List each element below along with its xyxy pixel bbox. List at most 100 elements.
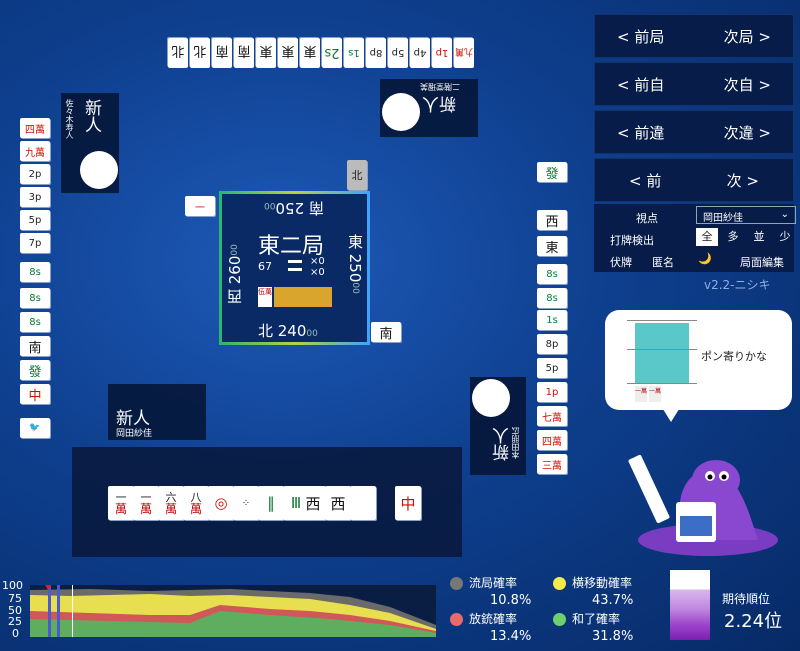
tile: 西 xyxy=(537,210,567,230)
prev-round-button[interactable]: < 前局 xyxy=(617,26,664,47)
player-name: 岡田紗佳 xyxy=(116,429,153,439)
version-label: v2.2-ニシキ xyxy=(704,278,771,292)
options-panel: 視点 岡田紗佳 ⌄ 打牌検出 全 多 並 少 伏牌 匿名 🌙 局面編集 xyxy=(594,204,796,272)
timer-icon xyxy=(472,379,510,417)
hand-tile[interactable] xyxy=(350,486,376,520)
self-nav: < 前自 次自 > xyxy=(594,62,794,106)
viewpoint-select[interactable]: 岡田紗佳 ⌄ xyxy=(696,206,796,224)
tile: 4p xyxy=(410,38,430,68)
next-round-button[interactable]: 次局 > xyxy=(724,26,771,47)
hand-tile[interactable]: 六萬 xyxy=(158,486,184,520)
y-tick: 100 xyxy=(2,579,23,592)
next-button[interactable]: 次 > xyxy=(727,170,759,191)
tile: 5p xyxy=(388,38,408,68)
bubble-text: ポン寄りかな xyxy=(701,350,767,363)
timer-icon xyxy=(382,93,420,131)
player-right: 新人 本田朋広 xyxy=(470,377,526,475)
player-rank: 新人 xyxy=(422,93,456,113)
prev-diff-button[interactable]: < 前違 xyxy=(617,122,664,143)
tile: 北 xyxy=(190,38,210,68)
hand-tile[interactable]: 一萬 xyxy=(133,486,159,520)
graph-area xyxy=(30,585,436,637)
detect-option-few[interactable]: 少 xyxy=(774,228,796,246)
detect-label: 打牌検出 xyxy=(610,234,654,247)
riichi-stick-icon xyxy=(288,268,302,271)
tile: 8p xyxy=(537,334,567,354)
tile: 發 xyxy=(20,360,50,380)
tile: 七萬 xyxy=(537,406,567,426)
hoju-label: 放銃確率 xyxy=(450,610,517,627)
tile: 7p xyxy=(20,233,50,253)
tile: 1p xyxy=(432,38,452,68)
hand-tile[interactable]: 八萬 xyxy=(183,486,209,520)
step-nav: < 前 次 > xyxy=(594,158,794,202)
detect-option-normal[interactable]: 並 xyxy=(748,228,770,246)
tile: 中 xyxy=(20,384,50,404)
next-self-button[interactable]: 次自 > xyxy=(724,74,771,95)
tile: 🐦 xyxy=(20,418,50,438)
hand-tile[interactable]: ⁘ xyxy=(233,486,259,520)
moon-icon[interactable]: 🌙 xyxy=(698,252,712,265)
round-nav: < 前局 次局 > xyxy=(594,14,794,58)
chevron-down-icon: ⌄ xyxy=(780,209,789,220)
player-left: 新人 佐々木寿人 xyxy=(61,93,119,193)
bubble-bar xyxy=(635,323,689,383)
hidden-toggle[interactable]: 伏牌 xyxy=(610,254,632,270)
detect-option-many[interactable]: 多 xyxy=(722,228,744,246)
tile: 1s xyxy=(537,310,567,330)
hand-tile[interactable]: 西 xyxy=(300,486,326,520)
remaining-count: 67 xyxy=(258,260,272,273)
east-score: 東 25000 xyxy=(346,234,364,294)
tile: 東 xyxy=(278,38,298,68)
hoju-value: 13.4% xyxy=(490,629,532,644)
player-top: 新人 二階堂瑠美 xyxy=(380,79,478,137)
ryukyoku-label: 流局確率 xyxy=(450,574,517,591)
west-score: 西 26000 xyxy=(226,244,244,304)
tile: 發 xyxy=(537,162,567,182)
north-score: 北 24000 xyxy=(258,322,318,340)
rank-value: 2.24位 xyxy=(724,611,783,632)
tile: 2p xyxy=(20,164,50,184)
timer-icon xyxy=(80,151,118,189)
tile: 8s xyxy=(20,312,50,332)
hand-tile[interactable]: 中 xyxy=(395,486,421,520)
prev-self-button[interactable]: < 前自 xyxy=(617,74,664,95)
tile: 北 xyxy=(347,160,367,190)
bubble-tile: 一萬 xyxy=(635,386,647,402)
tile: 南 xyxy=(20,336,50,356)
tile: 東 xyxy=(537,236,567,256)
y-tick: 0 xyxy=(12,627,19,640)
edit-position-button[interactable]: 局面編集 xyxy=(740,254,784,270)
tile: 5p xyxy=(20,210,50,230)
hand-tile[interactable]: 一萬 xyxy=(108,486,134,520)
agari-label: 和了確率 xyxy=(553,610,620,627)
dora-indicator: 伍萬 xyxy=(258,287,272,307)
tile: 東 xyxy=(256,38,276,68)
yokoido-value: 43.7% xyxy=(592,593,634,608)
next-diff-button[interactable]: 次違 > xyxy=(724,122,771,143)
anonymous-toggle[interactable]: 匿名 xyxy=(652,254,674,270)
hand-tile[interactable]: ‖ xyxy=(258,486,284,520)
tile: 8s xyxy=(537,264,567,284)
hand-tile[interactable]: ◎ xyxy=(208,486,234,520)
tile: 8s xyxy=(537,288,567,308)
bubble-chart xyxy=(627,320,697,384)
detect-option-all[interactable]: 全 xyxy=(696,228,718,246)
tile: 四萬 xyxy=(20,118,50,138)
tile: 四萬 xyxy=(537,430,567,450)
yokoido-label: 横移動確率 xyxy=(553,574,632,591)
tile: 1s xyxy=(344,38,364,68)
rank-bar xyxy=(670,570,710,640)
tile: 8s xyxy=(20,262,50,282)
tile: 2s xyxy=(322,38,342,68)
hand-tile[interactable]: 西 xyxy=(325,486,351,520)
tile: 1p xyxy=(537,382,567,402)
tile: 南 xyxy=(234,38,254,68)
snake-mascot-icon xyxy=(628,454,778,556)
player-rank: 新人 xyxy=(81,99,101,133)
south-score: 南 25000 xyxy=(264,199,324,217)
tile: 九萬 xyxy=(454,38,474,68)
prev-button[interactable]: < 前 xyxy=(629,170,661,191)
honba-count: ×0 xyxy=(310,256,325,267)
rank-label: 期待順位 xyxy=(722,592,771,606)
